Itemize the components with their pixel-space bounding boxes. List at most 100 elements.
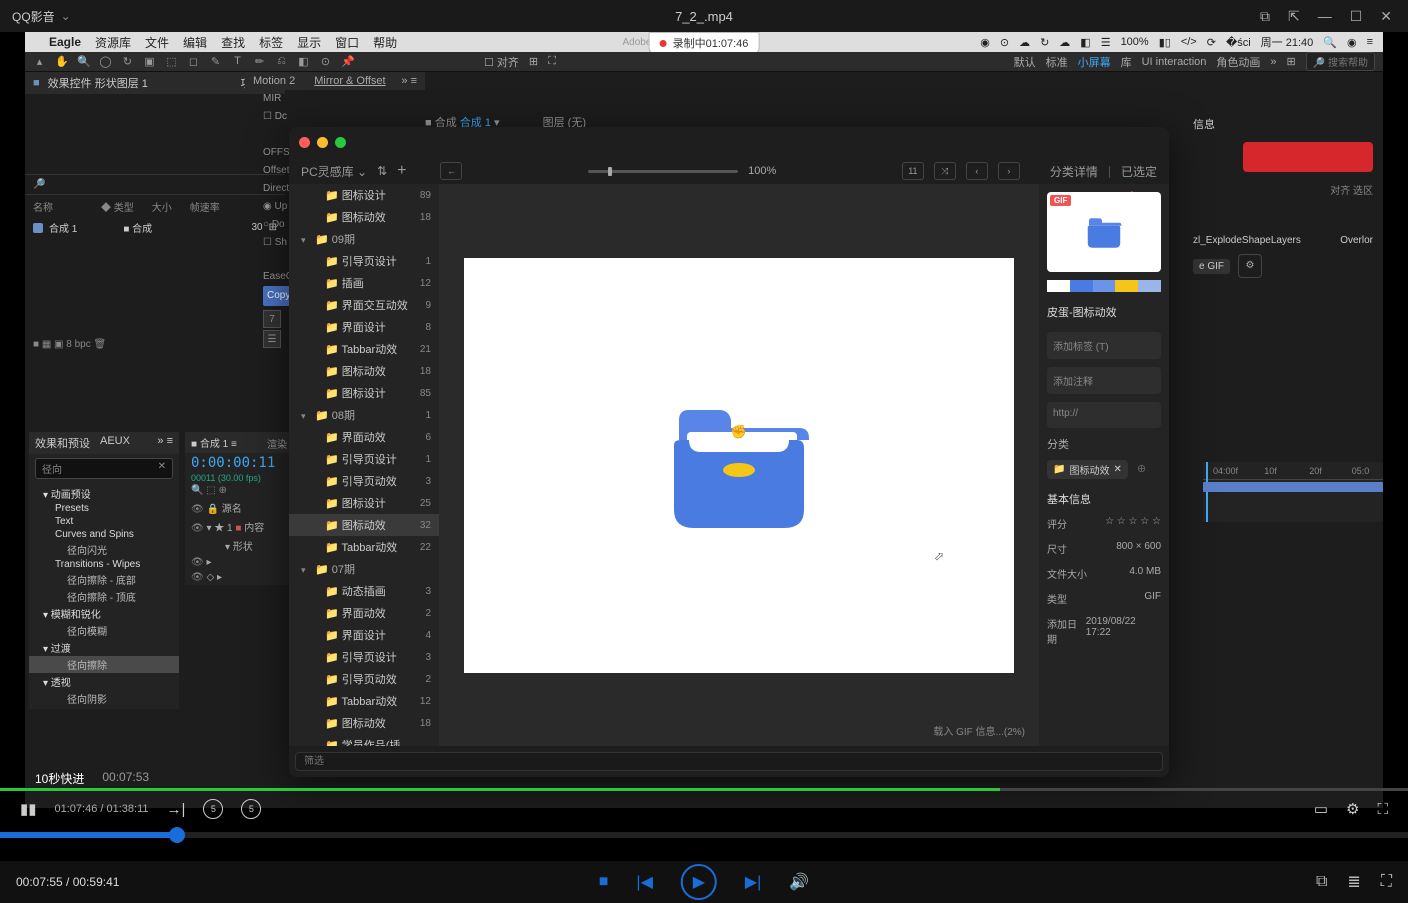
tags-input[interactable]: 添加标签 (T)	[1047, 332, 1161, 359]
back-button[interactable]: ←	[440, 162, 462, 180]
preset-item[interactable]: Presets	[29, 502, 179, 515]
text-tool-icon[interactable]: T	[231, 55, 244, 68]
selection-tool-icon[interactable]: ▴	[33, 55, 46, 68]
preset-item[interactable]: 径向闪光	[29, 541, 179, 558]
hand-tool-icon[interactable]: ✋	[55, 55, 68, 68]
preset-item[interactable]: ▾ 动画预设	[29, 485, 179, 502]
window-minimize-icon[interactable]	[317, 137, 328, 148]
seek-fwd-icon[interactable]: 5	[241, 799, 261, 819]
seek-back-icon[interactable]: 5	[203, 799, 223, 819]
subtitle-icon[interactable]: ▭	[1314, 800, 1328, 818]
workspace-tab[interactable]: 角色动画	[1216, 54, 1260, 70]
folder-item[interactable]: ▾📁 08期1	[289, 404, 439, 426]
timeline-comp[interactable]: 合成 1	[200, 439, 228, 450]
preset-item[interactable]: 径向擦除	[29, 656, 179, 673]
status-icon[interactable]: ◉	[980, 36, 990, 49]
asset-title[interactable]: 皮蛋-图标动效	[1047, 300, 1161, 324]
preset-item[interactable]: ▾ 透视	[29, 673, 179, 690]
gear-icon[interactable]: ⚙	[1238, 254, 1262, 278]
project-item[interactable]: 合成 1 ■ 合成 30 ⊞	[25, 218, 285, 237]
spotlight-icon[interactable]: 🔍	[1323, 36, 1337, 49]
next-track-icon[interactable]: ▶|	[745, 872, 761, 892]
shape-tool-icon[interactable]: ◻	[187, 55, 200, 68]
screenshot-icon[interactable]: ⧉	[1316, 873, 1327, 891]
folder-item[interactable]: 📁 插画12	[289, 272, 439, 294]
preset-item[interactable]: 径向擦除 - 底部	[29, 571, 179, 588]
folder-item[interactable]: ▾📁 07期	[289, 558, 439, 580]
wifi-icon[interactable]: �ści	[1226, 36, 1251, 49]
play-button[interactable]: ▶	[681, 864, 717, 900]
url-input[interactable]: http://	[1047, 402, 1161, 428]
volume-icon[interactable]: 🔊	[789, 872, 809, 892]
wechat-icon[interactable]: ☁	[1019, 36, 1030, 49]
category-tag[interactable]: 📁 图标动效 ✕	[1047, 460, 1128, 479]
folder-item[interactable]: 📁 图标动效18	[289, 360, 439, 382]
rotate-tool-icon[interactable]: ↻	[121, 55, 134, 68]
workspace-tab[interactable]: 库	[1121, 54, 1132, 70]
preset-item[interactable]: Transitions - Wipes	[29, 558, 179, 571]
workspace-tab[interactable]: 小屏幕	[1078, 54, 1111, 70]
prev-icon[interactable]: ‹	[966, 162, 988, 180]
maximize-button[interactable]: ☐	[1350, 8, 1363, 25]
folder-item[interactable]: 📁 界面动效2	[289, 602, 439, 624]
settings-icon[interactable]: ⇅	[377, 164, 387, 178]
folder-item[interactable]: 📁 图标设计85	[289, 382, 439, 404]
app-menu[interactable]: Eagle	[49, 35, 81, 49]
menu-item[interactable]: 显示	[297, 34, 321, 51]
playlist-icon[interactable]: ≣	[1347, 872, 1360, 892]
effects-presets-tab[interactable]: 效果和预设	[35, 435, 90, 451]
fullscreen-icon[interactable]: ⛶	[1377, 801, 1388, 818]
pan-tool-icon[interactable]: ⬚	[165, 55, 178, 68]
layer-bar[interactable]	[1203, 482, 1383, 492]
folder-item[interactable]: 📁 学员作品(插画)109	[289, 734, 439, 746]
status-icon[interactable]: ☰	[1101, 36, 1111, 49]
zoom-slider[interactable]	[588, 170, 738, 173]
pause-icon[interactable]: ▮▮	[20, 800, 37, 818]
prev-track-icon[interactable]: |◀	[636, 872, 652, 892]
add-category-icon[interactable]: ⊕	[1137, 463, 1146, 475]
notif-icon[interactable]: ≡	[1367, 36, 1373, 48]
app-name[interactable]: QQ影音	[12, 8, 55, 25]
add-icon[interactable]: +	[397, 162, 406, 180]
folder-item[interactable]: 📁 引导页设计1	[289, 448, 439, 470]
camera-tool-icon[interactable]: ▣	[143, 55, 156, 68]
workspace-tab[interactable]: 默认	[1014, 54, 1036, 70]
folder-item[interactable]: 📁 Tabbar动效22	[289, 536, 439, 558]
folder-item[interactable]: 📁 图标设计25	[289, 492, 439, 514]
folder-item[interactable]: 📁 Tabbar动效21	[289, 338, 439, 360]
expand-icon[interactable]: ⛶	[1381, 873, 1392, 891]
roto-tool-icon[interactable]: ⊙	[319, 55, 332, 68]
filter-input[interactable]	[295, 752, 1163, 771]
pip-icon[interactable]: ⧉	[1260, 8, 1270, 25]
preset-item[interactable]: 径向模糊	[29, 622, 179, 639]
color-swatches[interactable]	[1047, 280, 1161, 292]
puppet-tool-icon[interactable]: 📌	[341, 55, 354, 68]
seek-slider[interactable]	[0, 832, 1408, 838]
brush-tool-icon[interactable]: ✏	[253, 55, 266, 68]
folder-item[interactable]: 📁 图标设计89	[289, 184, 439, 206]
window-zoom-icon[interactable]	[335, 137, 346, 148]
settings-icon[interactable]: ⚙	[1346, 800, 1359, 818]
folder-item[interactable]: 📁 图标动效32	[289, 514, 439, 536]
folder-item[interactable]: 📁 引导页动效3	[289, 470, 439, 492]
status-icon[interactable]: ↻	[1040, 36, 1049, 49]
orbit-tool-icon[interactable]: ◯	[99, 55, 112, 68]
folder-item[interactable]: 📁 界面设计4	[289, 624, 439, 646]
detail-toggle[interactable]: 分类详情	[1050, 163, 1098, 180]
menu-item[interactable]: 文件	[145, 34, 169, 51]
current-time-indicator[interactable]	[1206, 462, 1208, 522]
status-icon[interactable]: ☁	[1059, 36, 1070, 49]
clone-tool-icon[interactable]: ⎌	[275, 55, 288, 68]
stop-icon[interactable]: ■	[599, 873, 609, 891]
library-switcher[interactable]: PC灵感库 ⌄	[301, 163, 367, 180]
folder-item[interactable]: 📁 Tabbar动效12	[289, 690, 439, 712]
folder-item[interactable]: 📁 引导页设计3	[289, 646, 439, 668]
preview-canvas[interactable]: ✊ ⬀	[464, 258, 1014, 673]
workspace-tab[interactable]: UI interaction	[1142, 56, 1207, 68]
next-icon[interactable]: →|	[167, 801, 186, 818]
shuffle-icon[interactable]: ⤨	[934, 162, 956, 180]
pointer-icon[interactable]: ⇱	[1288, 8, 1300, 25]
preset-item[interactable]: 径向阴影	[29, 690, 179, 707]
effect-controls-tab[interactable]: 效果控件 形状图层 1	[48, 75, 148, 91]
thumbnail[interactable]: GIF	[1047, 192, 1161, 272]
